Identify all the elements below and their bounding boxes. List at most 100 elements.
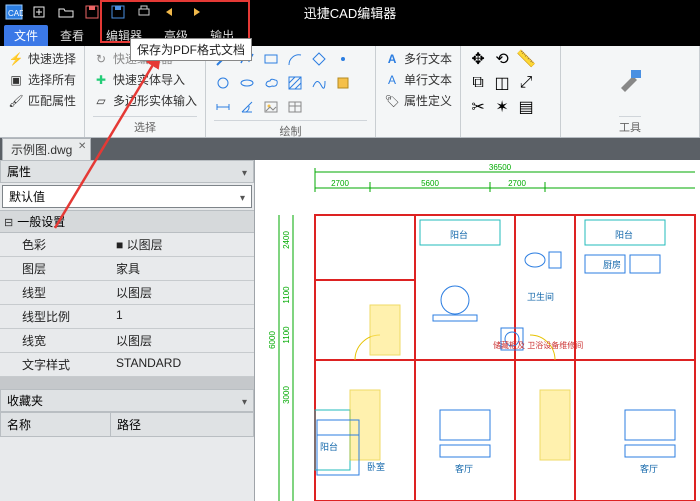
quick-access-toolbar: CAD — [0, 3, 206, 21]
hatch-icon[interactable] — [286, 74, 304, 92]
ribbon-group-quick: ⚡快速选择 ▣选择所有 🖌匹配属性 — [0, 46, 85, 137]
open-icon[interactable] — [56, 3, 76, 21]
left-panel: 属性 默认值 一般设置 色彩■ 以图层 图层家具 线型以图层 线型比例1 线宽以… — [0, 160, 255, 501]
trim-icon[interactable]: ✂ — [469, 98, 487, 116]
ribbon-group-annotate: A多行文本 A单行文本 🏷属性定义 — [376, 46, 461, 137]
measure-icon[interactable]: 📏 — [517, 50, 535, 68]
ribbon-tabs: 文件 查看 编辑器 高级 输出 — [0, 24, 700, 46]
default-value-dropdown[interactable]: 默认值 — [2, 185, 252, 208]
chevron-down-icon — [240, 190, 245, 204]
spline-icon[interactable] — [310, 74, 328, 92]
ribbon: ⚡快速选择 ▣选择所有 🖌匹配属性 ↻快速编辑器 ✚快速实体导入 ▱多边形实体输… — [0, 46, 700, 138]
drawing-canvas[interactable]: 36500 2700 5600 2700 6000 2400 1100 110 — [255, 160, 700, 501]
move-icon[interactable]: ✥ — [469, 50, 487, 68]
prop-row-lineweight[interactable]: 线宽以图层 — [0, 329, 254, 353]
dim-angular-icon[interactable] — [238, 98, 256, 116]
bolt-icon: ⚡ — [8, 51, 24, 67]
tab-file[interactable]: 文件 — [4, 25, 48, 46]
tag-icon: 🏷 — [384, 93, 400, 109]
block-icon[interactable] — [334, 74, 352, 92]
table-icon[interactable] — [286, 98, 304, 116]
favorites-col-path[interactable]: 路径 — [111, 413, 147, 436]
undo-icon[interactable] — [160, 3, 180, 21]
prop-row-ltscale[interactable]: 线型比例1 — [0, 305, 254, 329]
insert-image-icon[interactable] — [262, 98, 280, 116]
mtext-label: 多行文本 — [404, 50, 452, 67]
properties-title-label: 属性 — [7, 163, 31, 180]
shape-icon[interactable] — [310, 50, 328, 68]
section-general[interactable]: 一般设置 — [0, 210, 254, 233]
print-icon[interactable] — [134, 3, 154, 21]
svg-text:3000: 3000 — [282, 386, 291, 404]
quick-entity-import-label: 快速实体导入 — [113, 71, 185, 88]
properties-panel-title: 属性 — [0, 160, 254, 183]
quick-select-button[interactable]: ⚡快速选择 — [8, 50, 76, 67]
svg-text:36500: 36500 — [489, 163, 512, 172]
match-props-label: 匹配属性 — [28, 92, 76, 109]
svg-text:阳台: 阳台 — [320, 441, 338, 452]
svg-text:厨房: 厨房 — [603, 259, 621, 270]
mirror-icon[interactable]: ◫ — [493, 74, 511, 92]
favorites-columns: 名称 路径 — [0, 412, 254, 437]
select-all-icon: ▣ — [8, 72, 24, 88]
ribbon-group-tools: 工具 — [561, 46, 700, 137]
attrdef-label: 属性定义 — [404, 92, 452, 109]
quick-select-label: 快速选择 — [28, 50, 76, 67]
text-button[interactable]: A单行文本 — [384, 71, 452, 88]
polygon-entity-input-button[interactable]: ▱多边形实体输入 — [93, 92, 197, 109]
panel-menu-icon[interactable] — [242, 394, 247, 408]
quick-entity-import-button[interactable]: ✚快速实体导入 — [93, 71, 197, 88]
svg-text:客厅: 客厅 — [455, 463, 473, 474]
document-tab[interactable]: 示例图.dwg ✕ — [2, 138, 91, 160]
rotate-icon[interactable]: ⟲ — [493, 50, 511, 68]
svg-text:客厅: 客厅 — [640, 463, 658, 474]
scale-icon[interactable]: ⤢ — [517, 74, 535, 92]
favorites-title-label: 收藏夹 — [7, 392, 43, 409]
svg-text:卧室: 卧室 — [367, 461, 385, 472]
prop-row-linetype[interactable]: 线型以图层 — [0, 281, 254, 305]
panel-menu-icon[interactable] — [242, 165, 247, 179]
explode-icon[interactable]: ✶ — [493, 98, 511, 116]
match-props-button[interactable]: 🖌匹配属性 — [8, 92, 76, 109]
attrdef-button[interactable]: 🏷属性定义 — [384, 92, 452, 109]
arc-icon[interactable] — [286, 50, 304, 68]
document-tabs: 示例图.dwg ✕ — [0, 138, 700, 160]
mtext-button[interactable]: A多行文本 — [384, 50, 452, 67]
favorites-col-name[interactable]: 名称 — [1, 413, 111, 436]
text-label: 单行文本 — [404, 71, 452, 88]
titlebar: CAD 迅捷CAD编辑器 — [0, 0, 700, 24]
close-icon[interactable]: ✕ — [78, 141, 86, 152]
layer-icon[interactable]: ▤ — [517, 98, 535, 116]
svg-text:1100: 1100 — [282, 326, 291, 344]
hammer-icon[interactable] — [613, 64, 647, 98]
prop-row-layer[interactable]: 图层家具 — [0, 257, 254, 281]
circle-icon[interactable] — [214, 74, 232, 92]
save-pdf-icon[interactable] — [108, 3, 128, 21]
tooltip: 保存为PDF格式文档 — [130, 38, 252, 61]
ellipse-icon[interactable] — [238, 74, 256, 92]
rect-icon[interactable] — [262, 50, 280, 68]
collapse-icon — [4, 215, 13, 229]
svg-text:2400: 2400 — [282, 231, 291, 249]
prop-row-textstyle[interactable]: 文字样式STANDARD — [0, 353, 254, 377]
main-area: 属性 默认值 一般设置 色彩■ 以图层 图层家具 线型以图层 线型比例1 线宽以… — [0, 160, 700, 501]
svg-text:CAD: CAD — [8, 9, 23, 18]
svg-text:2700: 2700 — [508, 179, 526, 188]
redo-icon[interactable] — [186, 3, 206, 21]
mtext-icon: A — [384, 51, 400, 67]
dim-linear-icon[interactable] — [214, 98, 232, 116]
save-icon[interactable] — [82, 3, 102, 21]
new-icon[interactable] — [30, 3, 50, 21]
tab-view[interactable]: 查看 — [50, 25, 94, 46]
ribbon-group-tools-label: 工具 — [619, 116, 641, 135]
cloud-icon[interactable] — [262, 74, 280, 92]
refresh-icon: ↻ — [93, 51, 109, 67]
ribbon-group-select-label: 选择 — [93, 116, 197, 135]
select-all-button[interactable]: ▣选择所有 — [8, 71, 76, 88]
polygon-entity-input-label: 多边形实体输入 — [113, 92, 197, 109]
prop-row-color[interactable]: 色彩■ 以图层 — [0, 233, 254, 257]
copy-icon[interactable]: ⧉ — [469, 74, 487, 92]
ribbon-group-modify: ✥ ⟲ 📏 ⧉ ◫ ⤢ ✂ ✶ ▤ — [461, 46, 561, 137]
svg-text:卫生间: 卫生间 — [527, 291, 554, 302]
point-icon[interactable] — [334, 50, 352, 68]
